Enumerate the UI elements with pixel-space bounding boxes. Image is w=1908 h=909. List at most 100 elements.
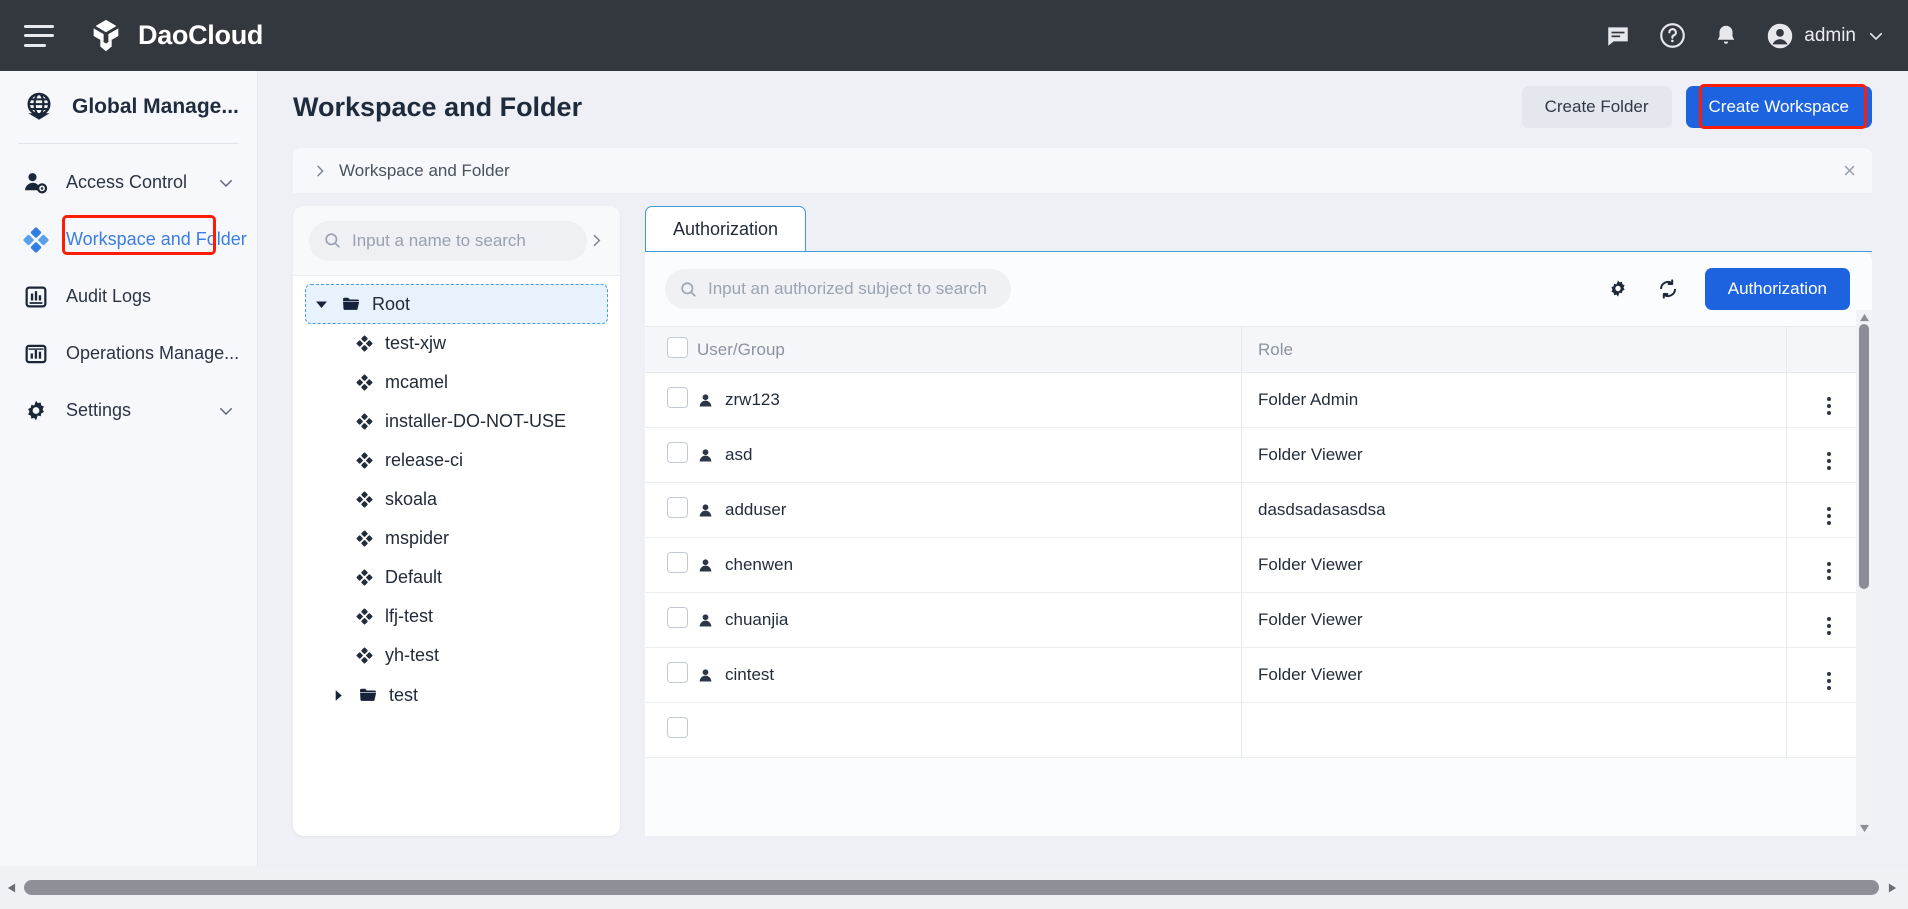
table-row[interactable]: asd Folder Viewer [645, 428, 1872, 483]
authorization-search-pill[interactable] [665, 269, 1011, 309]
user-icon [697, 502, 714, 519]
page-actions: Create Folder Create Workspace [1522, 86, 1872, 128]
scroll-left-icon[interactable] [0, 882, 22, 894]
gear-icon[interactable] [1605, 276, 1631, 302]
create-folder-button[interactable]: Create Folder [1522, 86, 1672, 128]
workspace-icon [353, 568, 375, 587]
tree-node-item[interactable]: test-xjw [347, 324, 608, 363]
table-vertical-scrollbar[interactable] [1856, 310, 1872, 836]
table-row[interactable]: cintest Folder Viewer [645, 648, 1872, 703]
tree-node-item[interactable]: skoala [347, 480, 608, 519]
table-row-partial[interactable] [645, 703, 1872, 758]
tree-node-root[interactable]: Root [305, 284, 608, 324]
tree-node-item[interactable]: mcamel [347, 363, 608, 402]
bell-icon[interactable] [1712, 22, 1740, 50]
scroll-thumb[interactable] [24, 880, 1879, 895]
sidebar: Global Manage... Access Control [0, 71, 258, 866]
tree-node-item[interactable]: Default [347, 558, 608, 597]
workspace-icon [353, 373, 375, 392]
tree-node-item[interactable]: release-ci [347, 441, 608, 480]
row-menu-icon[interactable] [1827, 562, 1831, 580]
row-checkbox-cell [645, 428, 697, 483]
table-row[interactable]: chuanjia Folder Viewer [645, 593, 1872, 648]
chevron-down-icon[interactable] [217, 174, 235, 192]
sidebar-nav: Access Control Workspace and Folder [0, 144, 257, 439]
user-name-text: zrw123 [725, 390, 780, 410]
scroll-right-icon[interactable] [1881, 882, 1903, 894]
scroll-down-icon[interactable] [1856, 821, 1872, 835]
breadcrumb-label[interactable]: Workspace and Folder [339, 161, 510, 181]
user-menu[interactable]: admin [1766, 22, 1886, 50]
row-checkbox[interactable] [667, 717, 688, 738]
tree-children: test-xjw mcamel installer-DO-NOT-USE [305, 324, 608, 675]
tree-search-pill[interactable] [309, 221, 587, 261]
row-checkbox[interactable] [667, 387, 688, 408]
caret-right-icon[interactable] [329, 689, 347, 702]
help-icon[interactable] [1658, 22, 1686, 50]
user-icon [697, 612, 714, 629]
row-menu-icon[interactable] [1827, 397, 1831, 415]
workspace-icon [353, 412, 375, 431]
user-name: admin [1804, 25, 1856, 47]
sidebar-item-workspace-and-folder[interactable]: Workspace and Folder [0, 211, 257, 268]
table-toolbar: Authorization [645, 252, 1872, 326]
sidebar-item-operations-management[interactable]: Operations Manage... [0, 325, 257, 382]
row-menu-icon[interactable] [1827, 507, 1831, 525]
cell-user-group: chuanjia [697, 593, 1242, 648]
table-row[interactable]: chenwen Folder Viewer [645, 538, 1872, 593]
tab-authorization[interactable]: Authorization [645, 206, 806, 252]
tree-node-item[interactable]: yh-test [347, 636, 608, 675]
refresh-icon[interactable] [1655, 276, 1681, 302]
row-checkbox-cell [645, 373, 697, 428]
tree-search-input[interactable] [352, 231, 573, 251]
row-menu-icon[interactable] [1827, 672, 1831, 690]
page-horizontal-scrollbar[interactable] [0, 866, 1908, 909]
tree-node-label: Default [385, 567, 442, 588]
row-menu-icon[interactable] [1827, 452, 1831, 470]
row-menu-icon[interactable] [1827, 617, 1831, 635]
page-title: Workspace and Folder [293, 92, 582, 123]
sidebar-workspace-switcher[interactable]: Global Manage... [0, 71, 257, 143]
cell-role: dasdsadasasdsa [1242, 483, 1787, 538]
chat-icon[interactable] [1604, 22, 1632, 50]
authorization-button[interactable]: Authorization [1705, 268, 1850, 310]
caret-down-icon[interactable] [312, 298, 330, 311]
user-icon [697, 667, 714, 684]
chevron-down-icon[interactable] [217, 402, 235, 420]
row-checkbox[interactable] [667, 552, 688, 573]
tab-underline [645, 251, 1872, 252]
tree-expand-icon[interactable] [587, 232, 606, 249]
tree-node-test-folder[interactable]: test [305, 675, 608, 715]
tree-node-item[interactable]: mspider [347, 519, 608, 558]
table-row[interactable]: zrw123 Folder Admin [645, 373, 1872, 428]
tree-node-label: Root [372, 294, 410, 315]
chevron-down-icon[interactable] [1866, 26, 1886, 46]
row-checkbox[interactable] [667, 442, 688, 463]
tree-node-item[interactable]: lfj-test [347, 597, 608, 636]
brand-logo-area[interactable]: DaoCloud [87, 17, 263, 55]
row-checkbox-cell [645, 483, 697, 538]
sidebar-item-audit-logs[interactable]: Audit Logs [0, 268, 257, 325]
table-row[interactable]: adduser dasdsadasasdsa [645, 483, 1872, 538]
tree-node-label: mspider [385, 528, 449, 549]
tree-node-label: installer-DO-NOT-USE [385, 411, 566, 432]
hamburger-icon[interactable] [24, 25, 54, 47]
tree-search-row [293, 206, 620, 276]
cell-role: Folder Viewer [1242, 593, 1787, 648]
create-workspace-button[interactable]: Create Workspace [1686, 86, 1872, 128]
sidebar-item-access-control[interactable]: Access Control [0, 154, 257, 211]
operations-icon [22, 340, 50, 368]
user-name-text: asd [725, 445, 752, 465]
row-checkbox[interactable] [667, 497, 688, 518]
tree-node-item[interactable]: installer-DO-NOT-USE [347, 402, 608, 441]
scroll-thumb[interactable] [1859, 324, 1869, 589]
close-icon[interactable]: × [1843, 160, 1856, 182]
row-checkbox[interactable] [667, 662, 688, 683]
scroll-up-icon[interactable] [1856, 310, 1872, 324]
row-checkbox[interactable] [667, 607, 688, 628]
toolbar-actions: Authorization [1605, 268, 1850, 310]
chevron-right-icon[interactable] [311, 163, 329, 179]
select-all-checkbox[interactable] [667, 337, 688, 358]
authorization-search-input[interactable] [708, 279, 997, 299]
sidebar-item-settings[interactable]: Settings [0, 382, 257, 439]
